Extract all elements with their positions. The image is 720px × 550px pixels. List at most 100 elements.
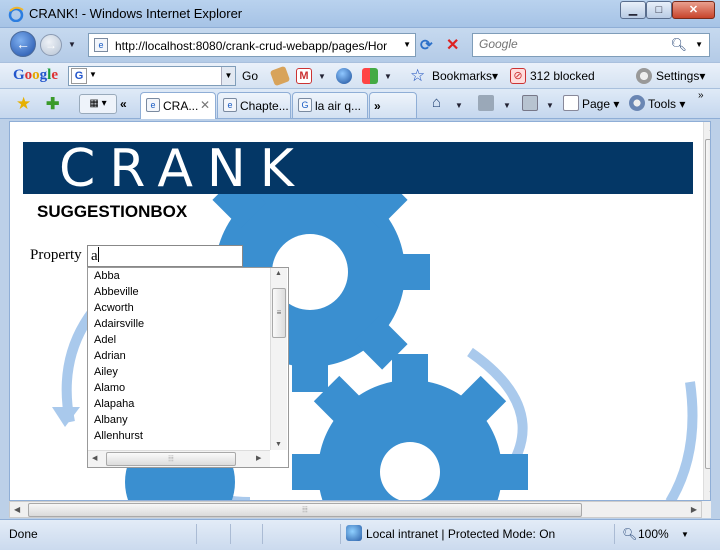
feeds-icon[interactable] bbox=[478, 95, 494, 111]
scroll-right-icon[interactable]: ▶ bbox=[256, 454, 261, 462]
tab-more[interactable]: » bbox=[369, 92, 417, 118]
google-search-dropdown-icon[interactable]: ▼ bbox=[89, 70, 97, 79]
search-input[interactable] bbox=[479, 37, 669, 51]
status-divider bbox=[262, 524, 263, 544]
feeds-dropdown-icon[interactable]: ▼ bbox=[503, 101, 511, 110]
tab-label: Chapte... bbox=[240, 99, 289, 113]
back-arrow-icon: ← bbox=[16, 36, 30, 52]
page-horizontal-scrollbar[interactable]: ◀ ⦙⦙⦙ ▶ bbox=[9, 501, 702, 518]
scroll-right-icon[interactable]: ▶ bbox=[691, 505, 697, 514]
refresh-icon[interactable]: ⟳ bbox=[420, 36, 438, 54]
gmail-dropdown-icon[interactable]: ▼ bbox=[318, 72, 326, 81]
google-toolbar: Google G ▼ ▼ Go M ▼ ▼ ☆ Bookmarks▾ ⊘ 312… bbox=[0, 62, 720, 89]
google-search-field[interactable]: G ▼ ▼ bbox=[68, 66, 236, 86]
tools-menu-button[interactable]: Tools ▾ bbox=[648, 97, 685, 111]
zoom-icon[interactable]: 🔍︎ bbox=[622, 527, 637, 541]
suggestion-hscroll-thumb[interactable]: ⦙⦙⦙ bbox=[106, 452, 236, 466]
suggestion-item[interactable]: Alamo bbox=[88, 380, 270, 396]
status-divider bbox=[230, 524, 231, 544]
tab-google[interactable]: G la air q... bbox=[292, 92, 368, 118]
forward-arrow-icon: → bbox=[45, 38, 57, 52]
address-url[interactable]: http://localhost:8080/crank-crud-webapp/… bbox=[115, 39, 400, 53]
page-vertical-scrollbar[interactable]: ▲ ▼ bbox=[703, 122, 710, 500]
tab-crank[interactable]: e CRA... ✕ bbox=[140, 92, 216, 119]
print-icon[interactable] bbox=[522, 95, 538, 111]
scroll-down-icon[interactable]: ▼ bbox=[275, 441, 282, 448]
suggestion-item[interactable]: Abba bbox=[88, 268, 270, 284]
tab-label: la air q... bbox=[315, 99, 362, 113]
tab-more-label: » bbox=[374, 99, 381, 113]
scroll-left-icon[interactable]: ◀ bbox=[92, 454, 97, 462]
suggestion-item[interactable]: Ailey bbox=[88, 364, 270, 380]
suggestion-item[interactable]: Alapaha bbox=[88, 396, 270, 412]
page-icon: e bbox=[94, 38, 108, 52]
zoom-dropdown-icon[interactable]: ▼ bbox=[681, 530, 689, 539]
maximize-button[interactable]: □ bbox=[646, 1, 672, 19]
suggestion-item[interactable]: Adel bbox=[88, 332, 270, 348]
ie-page-icon: e bbox=[146, 98, 160, 112]
home-icon[interactable]: ⌂ bbox=[432, 95, 448, 111]
status-divider bbox=[340, 524, 341, 544]
suggestion-item[interactable]: Adrian bbox=[88, 348, 270, 364]
property-input[interactable]: a bbox=[87, 245, 243, 267]
pencil-icon[interactable] bbox=[269, 65, 291, 87]
tab-close-icon[interactable]: ✕ bbox=[200, 98, 210, 112]
suggestion-item[interactable]: Abbeville bbox=[88, 284, 270, 300]
suggestion-item[interactable]: Adairsville bbox=[88, 316, 270, 332]
google-settings-button[interactable]: Settings▾ bbox=[656, 69, 705, 83]
property-input-value: a bbox=[91, 248, 98, 264]
security-zone-text[interactable]: Local intranet | Protected Mode: On bbox=[366, 527, 555, 541]
bookmarks-button[interactable]: Bookmarks▾ bbox=[432, 69, 498, 83]
toolbar-overflow-icon[interactable]: » bbox=[698, 90, 704, 101]
tools-gear-icon[interactable] bbox=[629, 95, 645, 111]
suggestion-scroll-thumb[interactable]: ≡ bbox=[272, 288, 286, 338]
close-button[interactable]: ✕ bbox=[672, 1, 715, 19]
minimize-button[interactable]: ▁ bbox=[620, 1, 646, 19]
page-hscroll-thumb[interactable]: ⦙⦙⦙ bbox=[28, 503, 582, 517]
zoom-level[interactable]: 100% bbox=[638, 527, 669, 541]
tab-chapter[interactable]: e Chapte... bbox=[217, 92, 291, 118]
search-box[interactable]: 🔍︎ ▼ bbox=[472, 33, 710, 57]
gmail-icon[interactable]: M bbox=[296, 68, 312, 84]
back-button[interactable]: ← bbox=[10, 31, 36, 57]
page-menu-button[interactable]: Page ▾ bbox=[582, 97, 619, 111]
scrollbar-corner bbox=[702, 501, 711, 518]
google-icon: G bbox=[298, 98, 312, 112]
globe-icon[interactable] bbox=[336, 68, 352, 84]
google-go-button[interactable]: Go bbox=[242, 69, 258, 83]
popup-blocker-icon[interactable]: ⊘ bbox=[510, 68, 526, 84]
home-dropdown-icon[interactable]: ▼ bbox=[455, 101, 463, 110]
scroll-up-icon[interactable]: ▲ bbox=[275, 270, 282, 277]
scroll-up-icon[interactable]: ▲ bbox=[708, 124, 710, 133]
translate-dropdown-icon[interactable]: ▼ bbox=[384, 72, 392, 81]
search-icon[interactable]: 🔍︎ bbox=[670, 37, 687, 53]
suggestion-item[interactable]: Acworth bbox=[88, 300, 270, 316]
bookmark-star-icon[interactable]: ☆ bbox=[410, 67, 426, 84]
address-dropdown-icon[interactable]: ▼ bbox=[403, 40, 411, 49]
forward-button[interactable]: → bbox=[40, 34, 62, 56]
google-history-dropdown[interactable]: ▼ bbox=[221, 67, 235, 85]
recent-pages-dropdown[interactable]: ▼ bbox=[68, 40, 76, 49]
scroll-down-icon[interactable]: ▼ bbox=[708, 489, 710, 498]
popup-blocked-count[interactable]: 312 blocked bbox=[530, 69, 595, 83]
quick-tabs-button[interactable]: ▦ ▾ bbox=[79, 94, 117, 114]
add-favorite-icon[interactable]: ✚ bbox=[46, 94, 59, 114]
stop-icon[interactable]: ✕ bbox=[446, 35, 464, 54]
suggestion-item[interactable]: Allenhurst bbox=[88, 428, 270, 444]
suggestion-horizontal-scrollbar[interactable]: ◀ ⦙⦙⦙ ▶ bbox=[88, 450, 270, 467]
brand-logo: CRANK bbox=[59, 139, 308, 199]
suggestion-dropdown[interactable]: Abba Abbeville Acworth Adairsville Adel … bbox=[87, 267, 289, 468]
page-menu-icon[interactable] bbox=[563, 95, 579, 111]
settings-gear-icon[interactable] bbox=[636, 68, 652, 84]
suggestion-item[interactable]: Albany bbox=[88, 412, 270, 428]
search-dropdown-icon[interactable]: ▼ bbox=[695, 40, 703, 49]
suggestion-vertical-scrollbar[interactable]: ▲ ≡ ▼ bbox=[270, 268, 287, 450]
ie-logo-icon bbox=[8, 6, 24, 22]
tab-scroll-left-icon[interactable]: « bbox=[120, 97, 127, 111]
print-dropdown-icon[interactable]: ▼ bbox=[546, 101, 554, 110]
favorites-star-icon[interactable]: ★ bbox=[16, 94, 31, 114]
page-scroll-thumb[interactable] bbox=[705, 139, 710, 469]
scroll-left-icon[interactable]: ◀ bbox=[14, 505, 20, 514]
translate-icon[interactable] bbox=[362, 68, 378, 84]
address-bar[interactable]: e http://localhost:8080/crank-crud-webap… bbox=[88, 33, 416, 57]
